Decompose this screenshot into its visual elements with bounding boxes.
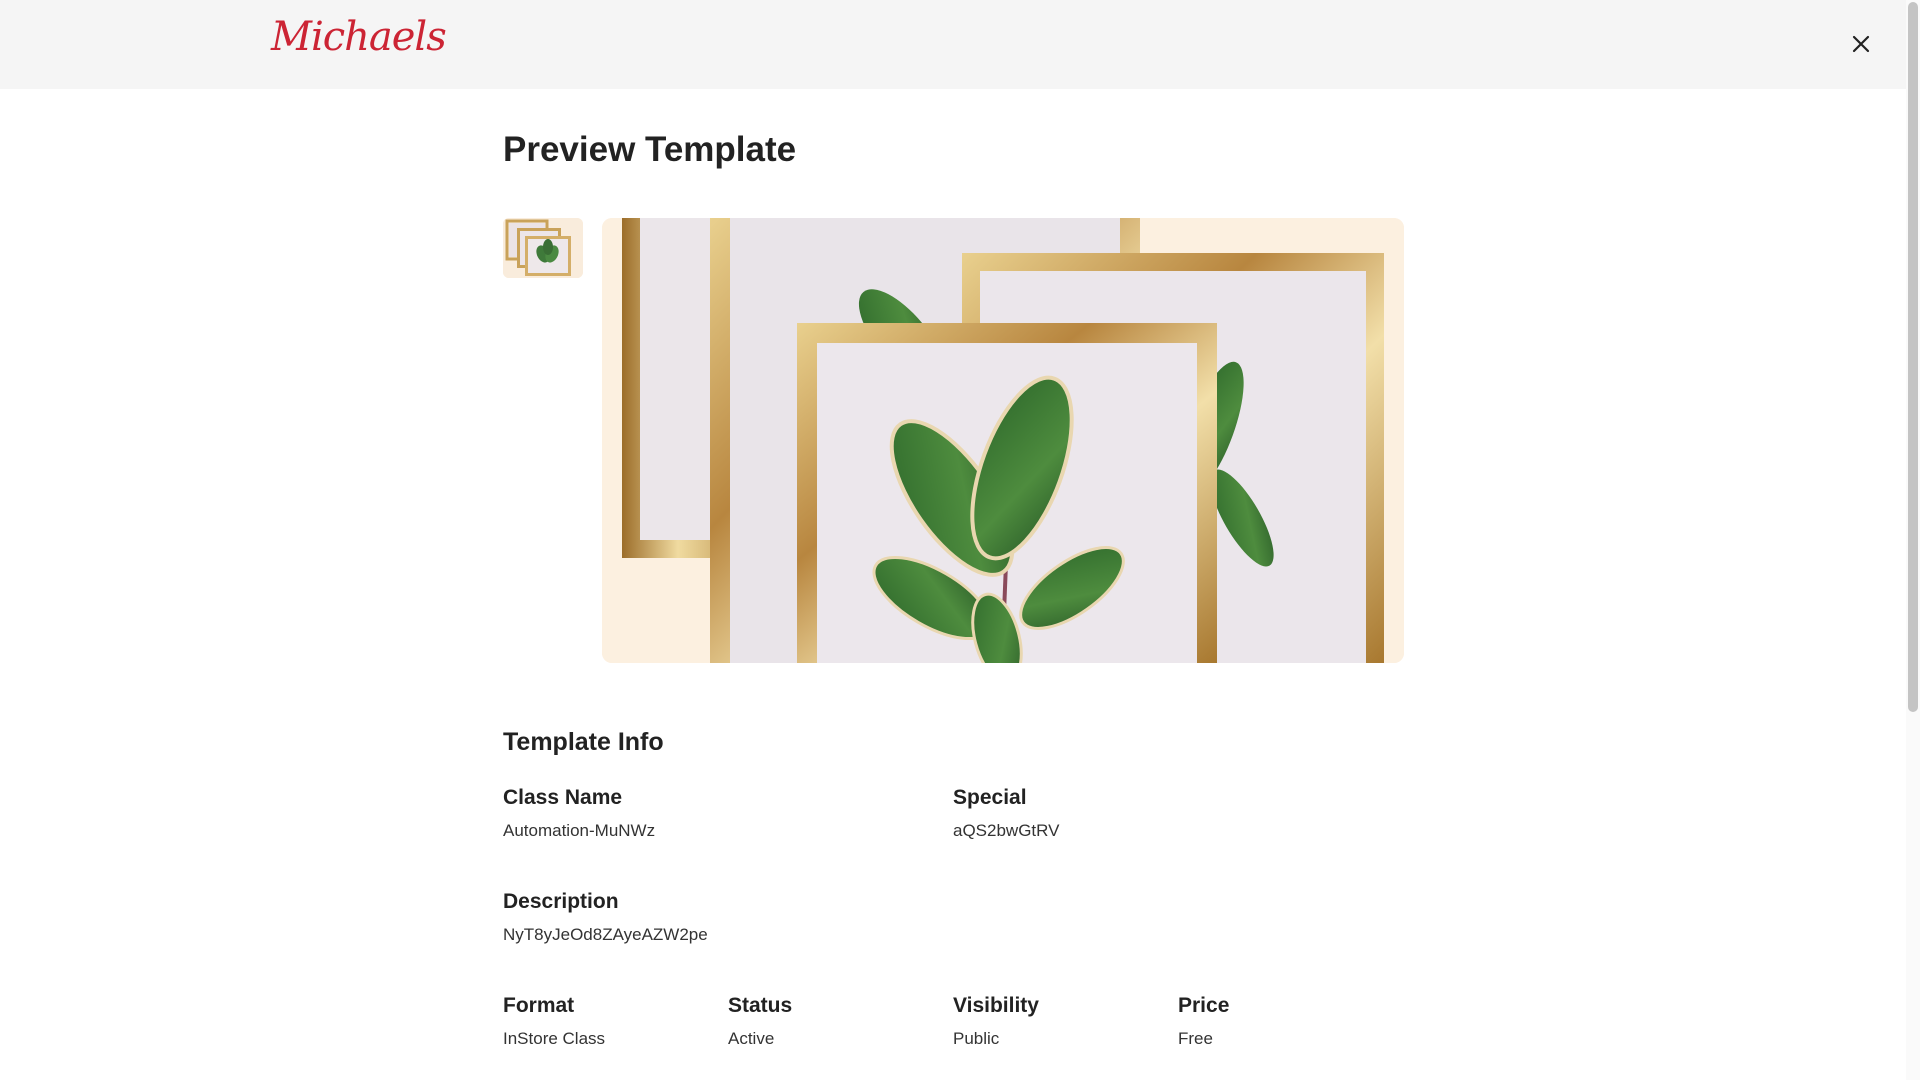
price-label: Price bbox=[1178, 994, 1230, 1017]
michaels-logo[interactable]: Michaels bbox=[271, 14, 447, 60]
format-value: InStore Class bbox=[503, 1029, 606, 1048]
special-value: aQS2bwGtRV bbox=[953, 821, 1060, 840]
main-preview-image bbox=[602, 218, 1404, 663]
price-field: Price Free bbox=[1178, 993, 1229, 1050]
template-info-heading: Template Info bbox=[503, 728, 664, 756]
image-thumbnail[interactable] bbox=[503, 218, 583, 278]
format-field: Format InStore Class bbox=[503, 993, 605, 1050]
description-field: Description NyT8yJeOd8ZAyeAZW2pe bbox=[503, 889, 708, 946]
description-value: NyT8yJeOd8ZAyeAZW2pe bbox=[503, 925, 708, 944]
visibility-value: Public bbox=[953, 1029, 1000, 1048]
class-name-field: Class Name Automation-MuNWz bbox=[503, 785, 655, 842]
special-field: Special aQS2bwGtRV bbox=[953, 785, 1059, 842]
status-field: Status Active bbox=[728, 993, 792, 1050]
visibility-label: Visibility bbox=[953, 994, 1039, 1017]
close-icon bbox=[1852, 35, 1870, 53]
class-name-value: Automation-MuNWz bbox=[503, 821, 656, 840]
visibility-field: Visibility Public bbox=[953, 993, 1039, 1050]
thumbnail-image bbox=[503, 218, 583, 278]
page-title: Preview Template bbox=[503, 130, 797, 169]
status-label: Status bbox=[728, 994, 793, 1017]
price-value: Free bbox=[1178, 1029, 1213, 1048]
top-header: Michaels bbox=[0, 0, 1906, 89]
scrollbar-thumb[interactable] bbox=[1908, 2, 1918, 712]
preview-image bbox=[602, 218, 1404, 663]
description-label: Description bbox=[503, 890, 619, 913]
special-label: Special bbox=[953, 786, 1027, 809]
status-value: Active bbox=[728, 1029, 775, 1048]
format-label: Format bbox=[503, 994, 575, 1017]
class-name-label: Class Name bbox=[503, 786, 623, 809]
close-button[interactable] bbox=[1846, 29, 1876, 59]
